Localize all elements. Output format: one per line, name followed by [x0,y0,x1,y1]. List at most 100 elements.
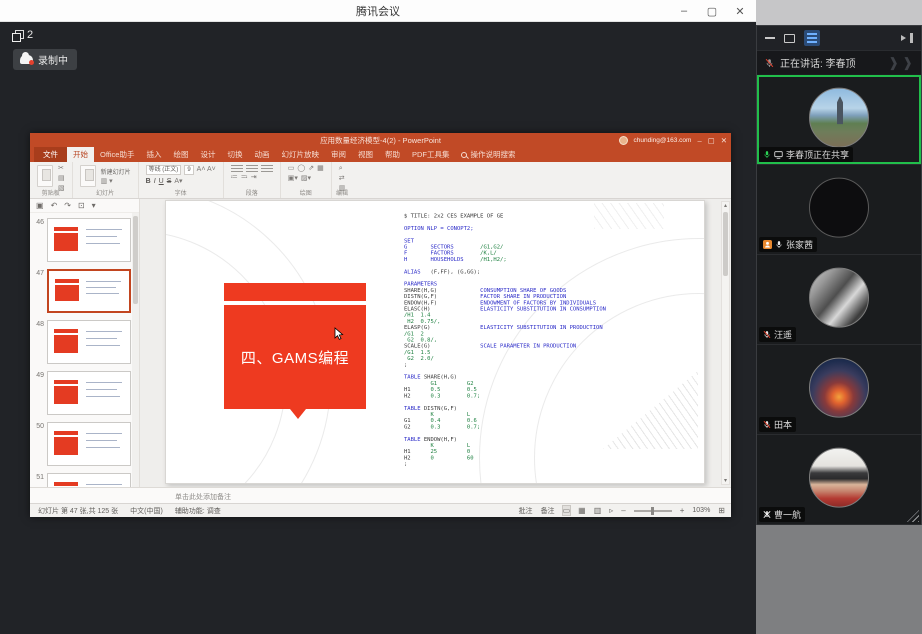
slideshow-icon[interactable]: ⊡ [78,201,85,210]
thumbnail-number: 50 [32,422,47,468]
qat-more-icon[interactable]: ▾ [92,201,96,210]
notes-pane[interactable]: 单击此处添加备注 [30,487,731,503]
zoom-slider[interactable] [634,510,672,512]
grow-font-icon[interactable]: A˄ A˅ [197,166,216,174]
copy-icon[interactable]: ▤ [58,175,65,183]
ribbon-tab-插入[interactable]: 插入 [140,147,167,162]
zoom-out-icon[interactable]: – [621,506,625,515]
decorative-chevron: ❱ [902,55,913,71]
slide-thumbnail[interactable] [47,218,131,262]
paste-button[interactable] [37,165,53,187]
ppt-close-button[interactable]: ✕ [721,136,727,145]
ribbon-tab-幻灯片放映[interactable]: 幻灯片放映 [275,147,325,162]
ribbon-tab-帮助[interactable]: 帮助 [379,147,406,162]
bullets-icon[interactable]: ≔ [231,174,238,182]
slide-thumbnail[interactable] [47,422,131,466]
ribbon-tab-文件[interactable]: 文件 [34,147,67,162]
ribbon-tab-开始[interactable]: 开始 [67,147,94,162]
language-indicator[interactable]: 中文(中国) [130,506,163,516]
ribbon-tab-审阅[interactable]: 审阅 [325,147,352,162]
shapes-more-icon[interactable]: ▦ [317,165,324,173]
slideshow-view-icon[interactable]: ▹ [609,506,613,515]
shape-circle-icon[interactable]: ◯ [297,165,305,173]
participant-name: 曹一航 [774,508,801,521]
ppt-minimize-button[interactable]: – [697,136,701,145]
accessibility-status[interactable]: 辅助功能: 调查 [175,506,221,516]
mic-off-icon [763,510,771,519]
ribbon-tab-绘图[interactable]: 绘图 [167,147,194,162]
font-name-select[interactable]: 等线 (正文) [146,165,182,175]
shared-screen-count[interactable]: 2 [12,29,33,41]
indent-icon[interactable]: ⇥ [251,174,257,182]
maximize-button[interactable]: ▢ [706,5,718,18]
font-size-select[interactable]: 9 [184,165,193,175]
save-icon[interactable]: ▣ [36,201,44,210]
ppt-maximize-button[interactable]: ▢ [708,136,715,145]
close-button[interactable]: ✕ [734,5,746,18]
ribbon-tab-切换[interactable]: 切换 [221,147,248,162]
gams-code-block[interactable]: $ TITLE: 2x2 CES EXAMPLE OF GEOPTION NLP… [404,213,700,479]
video-tile[interactable]: 李春顶正在共享 [757,75,921,165]
undo-icon[interactable]: ↶ [51,201,58,210]
shape-rect-icon[interactable]: ▭ [288,165,295,173]
ribbon-tab-设计[interactable]: 设计 [194,147,221,162]
collapse-panel-icon[interactable] [901,33,913,43]
slide-thumbnail[interactable] [47,371,131,415]
thumbnail-row: 46 [32,218,131,264]
account-email[interactable]: chunding@163.com [634,137,692,144]
group-label-font: 字体 [139,188,223,197]
numbering-icon[interactable]: ≕ [241,174,248,182]
slide-thumbnail[interactable] [47,269,131,313]
ribbon-tab-PDF工具集[interactable]: PDF工具集 [406,147,456,162]
zoom-in-icon[interactable]: + [680,506,685,515]
normal-view-icon[interactable]: ▭ [563,506,571,515]
canvas-scrollbar[interactable]: ▴▾ [721,201,730,485]
align-center-icon[interactable] [246,165,258,172]
zoom-level[interactable]: 103% [692,507,710,514]
cut-icon[interactable]: ✂ [58,165,65,173]
shape-arrow-icon[interactable]: ⇗ [308,165,314,173]
strikethrough-button[interactable]: S [167,177,172,186]
ribbon-tab-Office助手[interactable]: Office助手 [94,147,140,162]
fit-slide-icon[interactable]: ⊞ [718,506,725,515]
speaker-view-icon[interactable] [784,34,795,43]
notes-button[interactable]: 备注 [541,506,555,516]
slide[interactable]: 四、GAMS编程 $ TITLE: 2x2 CES EXAMPLE OF GEO… [165,200,705,484]
comments-button[interactable]: 批注 [519,506,533,516]
italic-button[interactable]: I [154,177,156,186]
underline-button[interactable]: U [159,177,164,186]
slide-sorter-icon[interactable]: ▦ [578,506,586,515]
redo-icon[interactable]: ↷ [64,201,71,210]
font-color-icon[interactable]: A▾ [174,178,182,186]
video-tile[interactable]: 田本 [757,345,921,435]
align-left-icon[interactable] [231,165,243,172]
quick-access-toolbar: ▣ ↶ ↷ ⊡ ▾ [30,199,139,213]
panel-minimize-icon[interactable] [765,37,775,39]
minimize-button[interactable]: – [678,5,690,17]
reading-view-icon[interactable]: ▥ [594,506,602,515]
quick-styles-icon[interactable]: ▨▾ [301,175,311,183]
find-icon[interactable]: ⌕ [339,165,346,173]
new-slide-label[interactable]: 新建幻灯片 [101,167,131,176]
align-right-icon[interactable] [261,165,273,172]
thumbnail-scrollbar[interactable] [132,213,139,487]
video-tile[interactable]: 曹一航 [757,435,921,525]
replace-icon[interactable]: ⇄ [339,175,346,183]
bold-button[interactable]: B [146,177,151,186]
layout-icon[interactable]: ▥ ▾ [101,178,131,186]
ribbon-tab-操作说明搜索[interactable]: 操作说明搜索 [455,147,521,162]
slide-thumbnail[interactable] [47,320,131,364]
slide-title-shape[interactable]: 四、GAMS编程 [224,305,366,409]
recording-badge[interactable]: 录制中 [13,49,77,70]
arrange-icon[interactable]: ▣▾ [288,175,298,183]
video-tile[interactable]: 汪遥 [757,255,921,345]
video-tile[interactable]: 张家茜 [757,165,921,255]
ribbon-tab-动画[interactable]: 动画 [248,147,275,162]
screen-share-icon [774,151,783,159]
participant-name: 田本 [774,418,792,431]
slide-thumbnail[interactable] [47,473,131,487]
new-slide-button[interactable] [80,165,96,187]
gallery-view-icon[interactable] [804,30,820,46]
avatar [809,267,869,327]
ribbon-tab-视图[interactable]: 视图 [352,147,379,162]
